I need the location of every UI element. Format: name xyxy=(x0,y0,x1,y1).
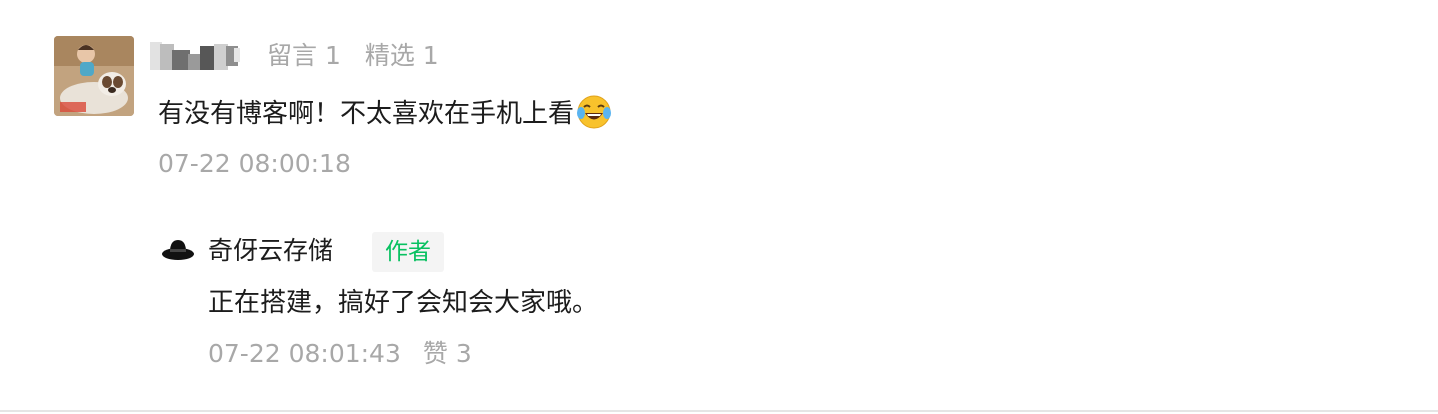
featured-count[interactable]: 精选 1 xyxy=(365,41,439,70)
like-button[interactable]: 赞 3 xyxy=(423,339,472,368)
comment-body: 有没有博客啊！不太喜欢在手机上看 xyxy=(158,94,612,133)
divider xyxy=(0,410,1438,412)
commenter-name-blurred[interactable] xyxy=(150,40,242,72)
reply-meta: 07-22 08:01:43 赞 3 xyxy=(208,336,472,372)
author-hat-icon xyxy=(162,240,194,260)
avatar-photo xyxy=(54,36,134,116)
comment-item: 留言 1 精选 1 有没有博客啊！不太喜欢在手机上看 07-22 08:00:18… xyxy=(0,0,1438,414)
comment-stats: 留言 1 精选 1 xyxy=(267,40,439,72)
comment-timestamp: 07-22 08:00:18 xyxy=(158,149,351,178)
reply-text: 正在搭建，搞好了会知会大家哦。 xyxy=(208,288,599,318)
reply-timestamp: 07-22 08:01:43 xyxy=(208,339,401,368)
author-badge: 作者 xyxy=(372,232,444,272)
reply-author-name[interactable]: 奇伢云存储 xyxy=(208,232,333,270)
comment-count[interactable]: 留言 1 xyxy=(267,41,341,70)
avatar[interactable] xyxy=(54,36,134,116)
comment-text: 有没有博客啊！不太喜欢在手机上看 xyxy=(158,99,575,129)
tears-of-joy-emoji-icon xyxy=(577,95,612,129)
